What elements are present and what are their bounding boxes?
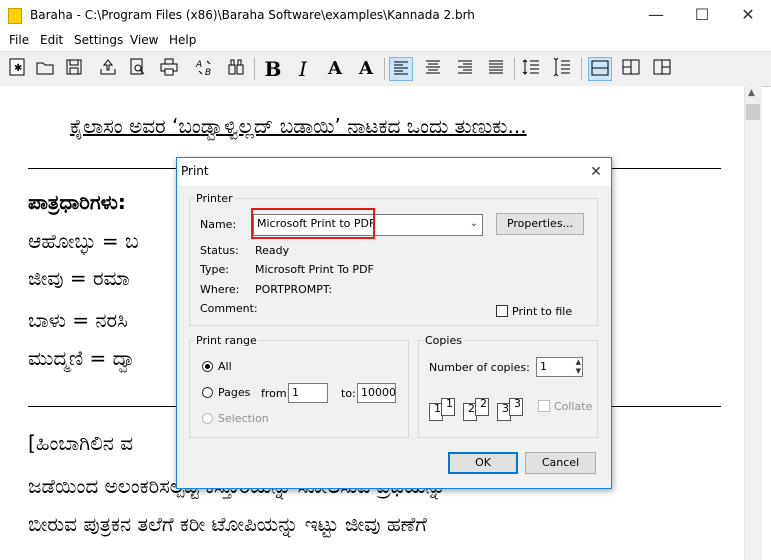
collate-checkbox[interactable]	[538, 400, 550, 412]
menu-edit[interactable]: Edit	[40, 33, 63, 47]
scroll-up-icon[interactable]: ▲	[748, 88, 755, 98]
collate-page-icon: 3	[509, 398, 523, 416]
menu-settings[interactable]: Settings	[74, 33, 123, 47]
minimize-button[interactable]: —	[633, 0, 679, 30]
all-radio-label[interactable]: All	[218, 360, 232, 373]
svg-text:A: A	[195, 60, 202, 70]
line-spacing-decrease-icon[interactable]	[550, 57, 574, 81]
to-input[interactable]: 10000	[357, 383, 396, 403]
line-spacing-increase-icon[interactable]	[519, 57, 543, 81]
spin-up-icon[interactable]: ▲	[576, 358, 581, 367]
align-center-icon[interactable]	[421, 57, 445, 81]
print-to-file-checkbox[interactable]	[496, 305, 508, 317]
chevron-down-icon: ⌄	[469, 218, 478, 229]
menu-view[interactable]: View	[130, 33, 158, 47]
svg-text:B: B	[205, 68, 211, 77]
document-heading: ಕೈಲಾಸಂ ಅವರ ‘ಬಂಡ್ವಾಳ್ವಿಲ್ಲದ್ ಬಡಾಯಿ’ ನಾಟಕದ…	[70, 114, 527, 138]
comment-label: Comment:	[200, 302, 258, 315]
layout-single-icon[interactable]	[588, 57, 612, 81]
collate-page-icon: 2	[475, 398, 489, 416]
spin-down-icon[interactable]: ▼	[576, 367, 581, 376]
selection-radio[interactable]	[202, 413, 213, 424]
type-label: Type:	[200, 263, 229, 276]
properties-button[interactable]: Properties...	[496, 213, 584, 235]
maximize-button[interactable]: ☐	[679, 0, 725, 30]
type-value: Microsoft Print To PDF	[255, 263, 374, 276]
bold-button[interactable]: B	[261, 57, 285, 81]
vertical-scrollbar[interactable]: ▲	[744, 86, 762, 560]
document-line: ಪಾತ್ರಧಾರಿಗಳು:	[28, 190, 126, 214]
print-range-label: Print range	[196, 334, 257, 347]
copies-group-label: Copies	[425, 334, 462, 347]
selection-radio-label[interactable]: Selection	[218, 412, 269, 425]
ok-button[interactable]: OK	[448, 452, 518, 474]
copies-group: Copies	[418, 334, 598, 438]
print-dialog: Print ✕ Printer Name: Microsoft Print to…	[176, 157, 612, 489]
italic-button[interactable]: I	[291, 57, 315, 81]
copies-value: 1	[540, 360, 547, 373]
highlight-box	[251, 208, 375, 239]
increase-font-button[interactable]: A	[323, 57, 347, 81]
dialog-title: Print	[181, 164, 209, 178]
from-label: from:	[261, 387, 291, 400]
document-line: [ಹಿಂಬಾಗಿಲಿನ ವ	[28, 431, 134, 455]
dialog-title-bar: Print ✕	[177, 158, 611, 186]
menu-file[interactable]: File	[9, 33, 29, 47]
scroll-thumb[interactable]	[746, 104, 760, 120]
dialog-close-button[interactable]: ✕	[583, 160, 609, 184]
new-document-icon[interactable]: ✱	[5, 57, 29, 81]
open-folder-icon[interactable]	[33, 57, 57, 81]
cancel-button[interactable]: Cancel	[525, 452, 596, 474]
menu-help[interactable]: Help	[169, 33, 196, 47]
toolbar: ✱ AB B I A A	[0, 51, 771, 87]
align-right-icon[interactable]	[453, 57, 477, 81]
copies-spinner[interactable]: 1 ▲ ▼	[536, 357, 583, 377]
title-bar: Baraha - C:\Program Files (x86)\Baraha S…	[0, 0, 771, 30]
where-label: Where:	[200, 283, 240, 296]
printer-group-label: Printer	[196, 192, 233, 205]
print-icon[interactable]	[157, 57, 181, 81]
status-value: Ready	[255, 244, 290, 257]
document-line: ಬೀರುವ ಪುತ್ರಕನ ತಲೆಗೆ ಕರೀ ಟೋಪಿಯನ್ನು ಇಟ್ಟು …	[28, 512, 427, 536]
print-to-file-label[interactable]: Print to file	[512, 305, 572, 318]
justify-icon[interactable]	[484, 57, 508, 81]
document-line: ಜೀವು = ರಮಾ	[28, 266, 130, 290]
document-line: ಮುದ್ಮಣಿ = ದ್ವಾ	[28, 346, 137, 370]
collate-page-icon: 1	[441, 398, 455, 416]
collate-label[interactable]: Collate	[554, 400, 592, 413]
layout-split-icon[interactable]	[619, 57, 643, 81]
pages-radio-label[interactable]: Pages	[218, 386, 250, 399]
all-radio[interactable]	[202, 361, 213, 372]
upload-icon[interactable]	[96, 57, 120, 81]
svg-text:✱: ✱	[14, 63, 22, 74]
name-label: Name:	[200, 218, 237, 231]
find-binoculars-icon[interactable]	[224, 57, 248, 81]
document-line: ಬಾಳು = ನರಸಿ	[28, 308, 128, 332]
close-button[interactable]: ✕	[725, 0, 771, 30]
document-line: ಆಹೋಬ್ಳು = ಬ	[28, 229, 139, 253]
window-title: Baraha - C:\Program Files (x86)\Baraha S…	[30, 8, 475, 22]
decrease-font-button[interactable]: A	[354, 57, 378, 81]
menu-bar: File Edit Settings View Help	[0, 30, 771, 51]
find-replace-icon[interactable]: AB	[193, 57, 217, 81]
to-label: to:	[341, 387, 356, 400]
layout-columns-icon[interactable]	[650, 57, 674, 81]
align-left-icon[interactable]	[389, 57, 413, 81]
where-value: PORTPROMPT:	[255, 283, 333, 296]
pages-radio[interactable]	[202, 387, 213, 398]
number-of-copies-label: Number of copies:	[429, 361, 530, 374]
save-icon[interactable]	[62, 57, 86, 81]
app-icon	[8, 8, 22, 24]
print-preview-icon[interactable]	[125, 57, 149, 81]
status-label: Status:	[200, 244, 239, 257]
from-input[interactable]: 1	[288, 383, 328, 403]
